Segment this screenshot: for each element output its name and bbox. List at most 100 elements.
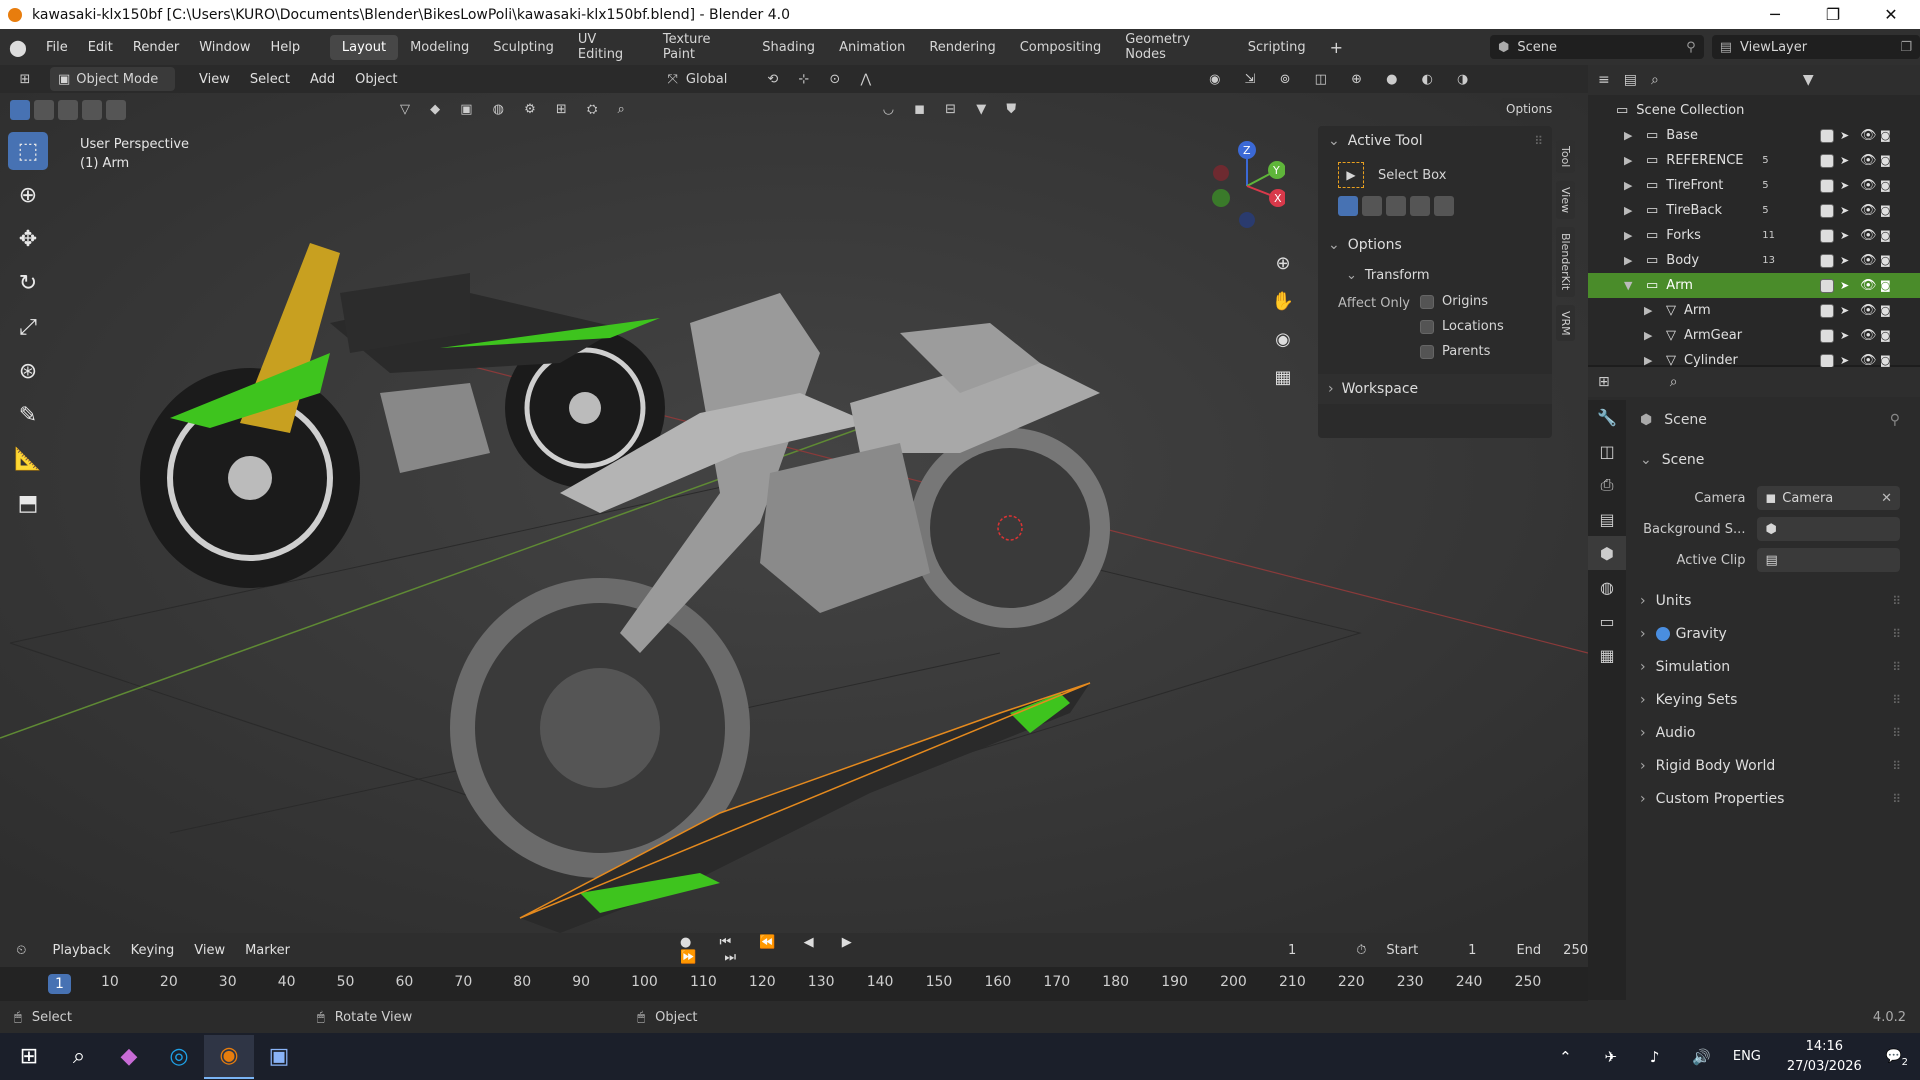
world-tab-icon[interactable]: ◍	[1588, 570, 1626, 604]
timeline-ruler[interactable]: 1 10 20 30 40 50 60 70 80 90 100 110 120 130 140 150 160…	[0, 967, 1588, 1001]
language-indicator[interactable]: ENG	[1733, 1049, 1761, 1064]
select-subtract-icon[interactable]	[58, 100, 78, 120]
select-intersect-icon[interactable]	[106, 100, 126, 120]
exclude-checkbox-icon[interactable]	[1820, 353, 1834, 368]
viewlayer-selector[interactable]: ▤ ViewLayer ❐	[1711, 35, 1920, 59]
tab-geometry-nodes[interactable]: Geometry Nodes	[1113, 27, 1236, 67]
selectable-arrow-icon[interactable]: ➤	[1840, 179, 1854, 192]
visibility-eye-icon[interactable]: 👁	[1860, 228, 1877, 243]
tab-blenderkit[interactable]: BlenderKit	[1556, 227, 1575, 297]
add-cube-tool-icon[interactable]: ⬒	[8, 484, 48, 522]
prop-section-header[interactable]: › Keying Sets ⠿	[1640, 687, 1901, 713]
visibility-eye-icon[interactable]: 👁	[1860, 253, 1877, 268]
outliner-item[interactable]: ▶ ▭ Body 13 ➤ 👁 ◙	[1588, 248, 1920, 273]
scene-tab-icon[interactable]: ⬢	[1588, 536, 1626, 570]
expand-arrow-icon[interactable]: ▶	[1624, 254, 1638, 267]
tab-layout[interactable]: Layout	[329, 34, 399, 60]
tool-settings-tab-icon[interactable]: 🔧	[1588, 400, 1626, 434]
scene-panel-header[interactable]: ⌄ Scene	[1640, 447, 1900, 473]
render-camera-icon[interactable]: ◙	[1880, 254, 1894, 267]
tab-tool[interactable]: Tool	[1556, 140, 1575, 174]
prop-section-header[interactable]: › Custom Properties ⠿	[1640, 786, 1901, 812]
render-camera-icon[interactable]: ◙	[1880, 279, 1894, 292]
outliner-item[interactable]: ▶ ▭ TireFront 5 ➤ 👁 ◙	[1588, 173, 1920, 198]
tab-texture-paint[interactable]: Texture Paint	[651, 27, 750, 67]
clock[interactable]: 14:16 27/03/2026	[1787, 1037, 1862, 1077]
selectable-arrow-icon[interactable]: ➤	[1840, 154, 1854, 167]
drag-handle-icon[interactable]: ⠿	[1892, 726, 1901, 740]
select-extend-icon[interactable]	[34, 100, 54, 120]
drag-handle-icon[interactable]: ⠿	[1892, 594, 1901, 608]
options-header[interactable]: ⌄ Options	[1318, 230, 1552, 260]
viewport-shading-icons[interactable]: ◉ ⇲ ⊚ ◫ ⊕ ● ◐ ◑	[1209, 72, 1478, 87]
tab-shading[interactable]: Shading	[750, 35, 827, 60]
edge-icon[interactable]: ◎	[154, 1035, 204, 1079]
tool-mode-new-icon[interactable]	[1338, 196, 1358, 216]
drag-handle-icon[interactable]: ⠿	[1892, 759, 1901, 773]
tool-mode-intersect-icon[interactable]	[1434, 196, 1454, 216]
tab-sculpting[interactable]: Sculpting	[481, 35, 566, 60]
properties-search-icon[interactable]: ⌕	[1670, 374, 1678, 390]
selectable-arrow-icon[interactable]: ➤	[1840, 204, 1854, 217]
selectable-arrow-icon[interactable]: ➤	[1840, 229, 1854, 242]
drag-handle-icon[interactable]: ⠿	[1892, 627, 1901, 641]
tab-animation[interactable]: Animation	[827, 35, 917, 60]
blender-taskbar-icon[interactable]: ◉	[204, 1034, 254, 1079]
selectable-arrow-icon[interactable]: ➤	[1840, 279, 1854, 292]
drag-handle-icon[interactable]: ⠿	[1892, 792, 1901, 806]
tab-scripting[interactable]: Scripting	[1236, 35, 1318, 60]
expand-arrow-icon[interactable]: ▶	[1624, 129, 1638, 142]
visibility-eye-icon[interactable]: 👁	[1860, 278, 1877, 293]
copy-icon[interactable]: ❐	[1900, 40, 1912, 55]
select-box-tool-icon[interactable]: ⬚	[8, 132, 48, 170]
rotate-tool-icon[interactable]: ↻	[8, 264, 48, 302]
filter-icons[interactable]: ◡ ◼ ⊟ ▼ ⛊	[883, 102, 1024, 117]
close-icon[interactable]: ✕	[1862, 5, 1920, 24]
system-tray-icons[interactable]: ⌃ ✈ ♪ 🔊	[1559, 1048, 1725, 1066]
render-camera-icon[interactable]: ◙	[1880, 179, 1894, 192]
tab-modeling[interactable]: Modeling	[398, 35, 481, 60]
select-new-icon[interactable]	[10, 100, 30, 120]
prop-section-header[interactable]: › Audio ⠿	[1640, 720, 1901, 746]
render-camera-icon[interactable]: ◙	[1880, 354, 1894, 367]
exclude-checkbox-icon[interactable]	[1820, 328, 1834, 343]
outliner-item[interactable]: ▶ ▭ TireBack 5 ➤ 👁 ◙	[1588, 198, 1920, 223]
restore-icon[interactable]: ❐	[1804, 5, 1862, 24]
render-camera-icon[interactable]: ◙	[1880, 154, 1894, 167]
tool-mode-extend-icon[interactable]	[1362, 196, 1382, 216]
menu-edit[interactable]: Edit	[78, 40, 123, 55]
active-clip-field[interactable]: ▤	[1757, 548, 1900, 572]
tab-uv-editing[interactable]: UV Editing	[566, 27, 651, 67]
tl-menu-keying[interactable]: Keying	[121, 943, 185, 958]
gizmo-toggle-icons[interactable]: ▽ ◆ ▣ ◍ ⚙ ⊞ ⛭ ⌕	[400, 102, 633, 117]
expand-arrow-icon[interactable]: ▼	[1624, 279, 1638, 292]
expand-arrow-icon[interactable]: ▶	[1624, 204, 1638, 217]
pan-hand-icon[interactable]: ✋	[1268, 283, 1298, 321]
render-camera-icon[interactable]: ◙	[1880, 204, 1894, 217]
parents-checkbox[interactable]: Parents	[1420, 344, 1490, 359]
view-layer-tab-icon[interactable]: ▤	[1588, 502, 1626, 536]
preview-range-icon[interactable]: ⏱	[1356, 943, 1366, 958]
end-field[interactable]: 250	[1563, 943, 1588, 958]
exclude-checkbox-icon[interactable]	[1820, 253, 1834, 268]
selectable-arrow-icon[interactable]: ➤	[1840, 354, 1854, 367]
menu-help[interactable]: Help	[260, 40, 310, 55]
pin-icon[interactable]: ⚲	[1686, 40, 1696, 55]
properties-pin-icon[interactable]: ⚲	[1890, 412, 1900, 428]
zoom-icon[interactable]: ⊕	[1268, 245, 1298, 283]
vp-menu-view[interactable]: View	[189, 72, 240, 87]
copilot-icon[interactable]: ◆	[104, 1035, 154, 1079]
render-camera-icon[interactable]: ◙	[1880, 304, 1894, 317]
blender-menu-icon[interactable]: ⬤	[0, 38, 36, 57]
exclude-checkbox-icon[interactable]	[1820, 228, 1834, 243]
collection-tab-icon[interactable]: ▭	[1588, 604, 1626, 638]
visibility-eye-icon[interactable]: 👁	[1860, 128, 1877, 143]
start-field[interactable]: 1	[1468, 943, 1476, 958]
exclude-checkbox-icon[interactable]	[1820, 278, 1834, 293]
origins-checkbox[interactable]: Origins	[1420, 294, 1488, 309]
add-workspace-icon[interactable]: +	[1318, 33, 1355, 62]
transform-subheader[interactable]: ⌄ Transform	[1318, 260, 1552, 290]
tl-menu-playback[interactable]: Playback	[43, 943, 121, 958]
drag-handle-icon[interactable]: ⠿	[1892, 660, 1901, 674]
clear-camera-icon[interactable]: ✕	[1881, 491, 1892, 506]
